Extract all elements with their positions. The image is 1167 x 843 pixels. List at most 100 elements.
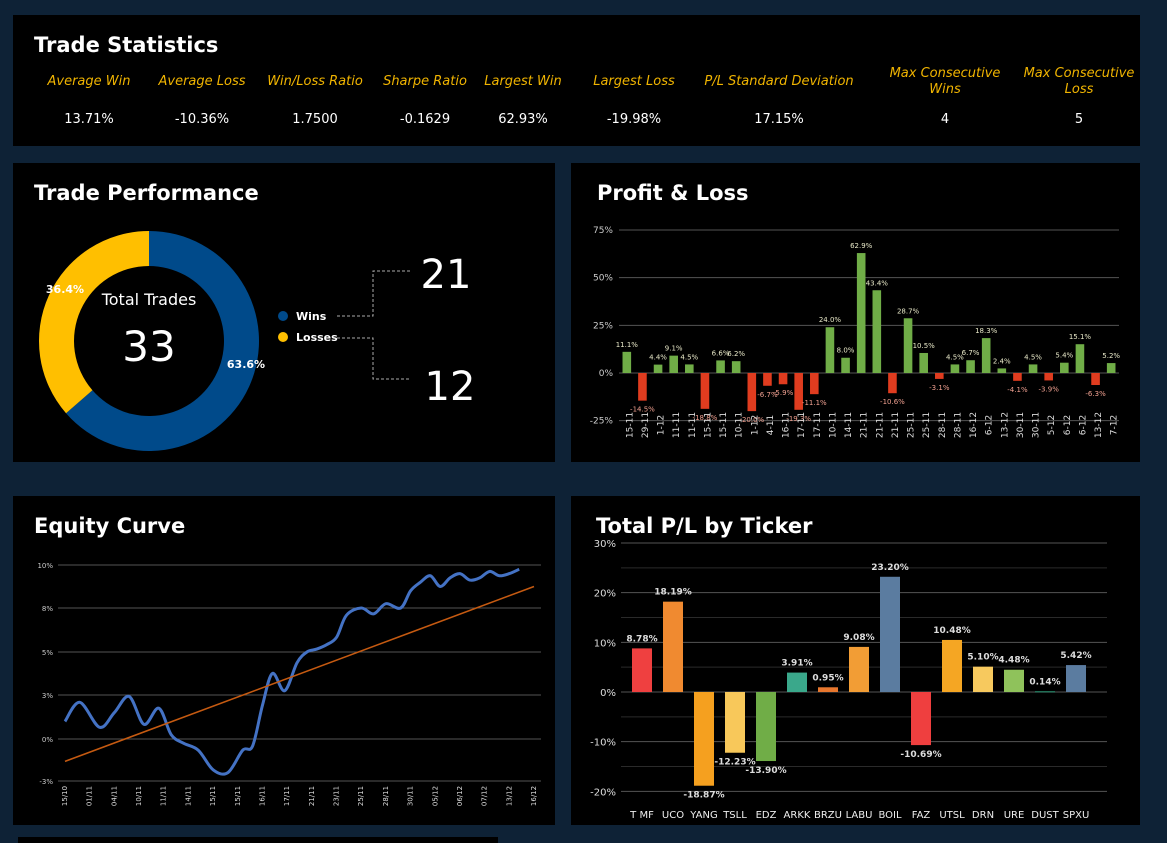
stat-label: P/L Standard Deviation	[704, 74, 854, 89]
pl-xtick: 6-12	[1078, 415, 1088, 435]
eq-xtick: 23/11	[333, 786, 341, 806]
legend-wins-marker	[278, 311, 288, 321]
pl-bar	[919, 352, 928, 373]
eq-xtick: 06/12	[456, 786, 464, 806]
tk-bar	[1004, 669, 1024, 692]
total-trades-value: 33	[122, 322, 175, 371]
stat-value: 62.93%	[498, 112, 548, 127]
pl-bar	[778, 373, 788, 385]
pl-ytick: 25%	[593, 321, 613, 331]
stat-value: 4	[940, 112, 950, 127]
stat-label: Sharpe Ratio	[383, 74, 467, 89]
pl-data-label: 11.1%	[616, 341, 639, 349]
pl-data-label: 15.1%	[1069, 333, 1092, 341]
stat-value: -10.36%	[174, 112, 230, 127]
pl-bar	[950, 364, 960, 373]
pl-bar	[981, 338, 991, 373]
pl-data-label: 24.0%	[819, 316, 842, 324]
tk-bar	[1035, 691, 1055, 693]
stat-label: Largest Win	[484, 74, 562, 89]
tk-xtick: EDZ	[756, 810, 777, 821]
profit-loss-panel: Profit & Loss -25% 0% 25% 50% 75% 11.1% 15-11-…	[571, 163, 1140, 462]
tk-xtick: DUST	[1031, 810, 1059, 821]
tk-xtick: BRZU	[814, 810, 842, 821]
eq-ytick: 10%	[37, 562, 53, 570]
tk-bar	[756, 692, 776, 762]
stat-label: Average Win	[47, 74, 131, 89]
tk-data-label: 5.10%	[967, 653, 998, 663]
tk-data-label: 0.95%	[812, 673, 843, 683]
tk-bar	[694, 692, 714, 786]
pl-data-label: 4.5%	[680, 353, 698, 361]
pl-xtick: 30-11	[1016, 412, 1026, 438]
eq-ytick: 5%	[42, 649, 53, 657]
tk-xtick: URE	[1004, 810, 1025, 821]
eq-ytick: 3%	[42, 692, 53, 700]
pl-data-label: -4.1%	[1007, 386, 1028, 394]
eq-xtick: 15/11	[209, 786, 217, 806]
pl-bar	[825, 327, 835, 373]
tk-xtick: YANG	[689, 810, 717, 821]
pl-xtick: 30-11	[1032, 412, 1042, 438]
eq-xtick: 10/11	[135, 786, 143, 806]
pl-bar	[653, 364, 663, 373]
eq-xtick: 05/12	[431, 786, 439, 806]
pl-xtick: 25-11	[907, 412, 917, 438]
pl-data-label: 62.9%	[850, 242, 873, 250]
stat-2: Average Loss -10.36%	[147, 65, 257, 127]
tk-bar	[849, 646, 869, 692]
pl-bar	[997, 368, 1007, 373]
tk-xtick: UCO	[662, 810, 684, 821]
pl-bar	[1028, 364, 1038, 373]
eq-xtick: 15/10	[61, 786, 69, 806]
eq-xtick: 25/11	[357, 786, 365, 806]
pl-bar	[841, 357, 850, 373]
pl-xtick: 28-11	[938, 412, 948, 438]
tk-bar	[725, 692, 745, 753]
tk-xtick: FAZ	[912, 810, 931, 821]
tk-xtick: T MF	[629, 810, 654, 821]
tk-bar	[880, 576, 900, 692]
tk-data-label: -18.87%	[683, 791, 724, 801]
pl-data-label: 5.2%	[1102, 352, 1120, 360]
pl-data-label: 2.4%	[993, 357, 1011, 365]
stat-1: Average Win 13.71%	[34, 65, 144, 127]
pl-bar	[638, 373, 647, 401]
pl-bar	[935, 373, 944, 379]
eq-xtick: 14/11	[184, 786, 192, 806]
losses-count: 12	[425, 364, 476, 410]
pl-bar	[872, 290, 882, 373]
pl-data-label: 10.5%	[913, 342, 936, 350]
pl-bar	[747, 373, 757, 412]
tk-xtick: UTSL	[939, 810, 965, 821]
pl-xtick: 17-11	[813, 412, 823, 438]
tk-bar	[911, 692, 931, 746]
pl-xtick: 13-12	[1000, 412, 1010, 438]
tk-data-label: 18.19%	[654, 588, 692, 598]
pl-bar	[669, 355, 678, 373]
eq-xtick: 30/11	[407, 786, 415, 806]
tk-data-label: 0.14%	[1029, 677, 1060, 687]
pl-data-label: 9.1%	[665, 345, 683, 353]
pl-data-label: 5.4%	[1055, 352, 1073, 360]
eq-xtick: 07/12	[481, 786, 489, 806]
stat-label: Max Consecutive Loss	[1023, 66, 1135, 97]
center-label: Total Trades	[101, 290, 197, 309]
losses-connector	[337, 337, 411, 380]
pl-ytick: 0%	[599, 369, 614, 379]
pl-data-label: -10.6%	[880, 398, 905, 406]
tk-data-label: 4.48%	[998, 656, 1029, 666]
pl-bar	[1044, 373, 1053, 381]
pl-ytick: 50%	[593, 274, 613, 284]
legend-losses-marker	[278, 332, 288, 342]
pl-bar	[903, 318, 913, 373]
pl-xtick: 6-12	[1063, 415, 1073, 435]
tk-xtick: SPXU	[1063, 810, 1090, 821]
bottom-panel-edge	[18, 837, 498, 843]
tk-xtick: BOIL	[878, 810, 902, 821]
eq-xtick: 13/12	[505, 786, 513, 806]
profit-loss-chart: -25%0%25%50%75%11.1%15-11-14.5%29-114.4%…	[590, 226, 1121, 438]
pl-xtick: 16-12	[969, 412, 979, 438]
pl-xtick: 6-12	[985, 415, 995, 435]
pl-xtick: 15-11	[625, 412, 635, 438]
